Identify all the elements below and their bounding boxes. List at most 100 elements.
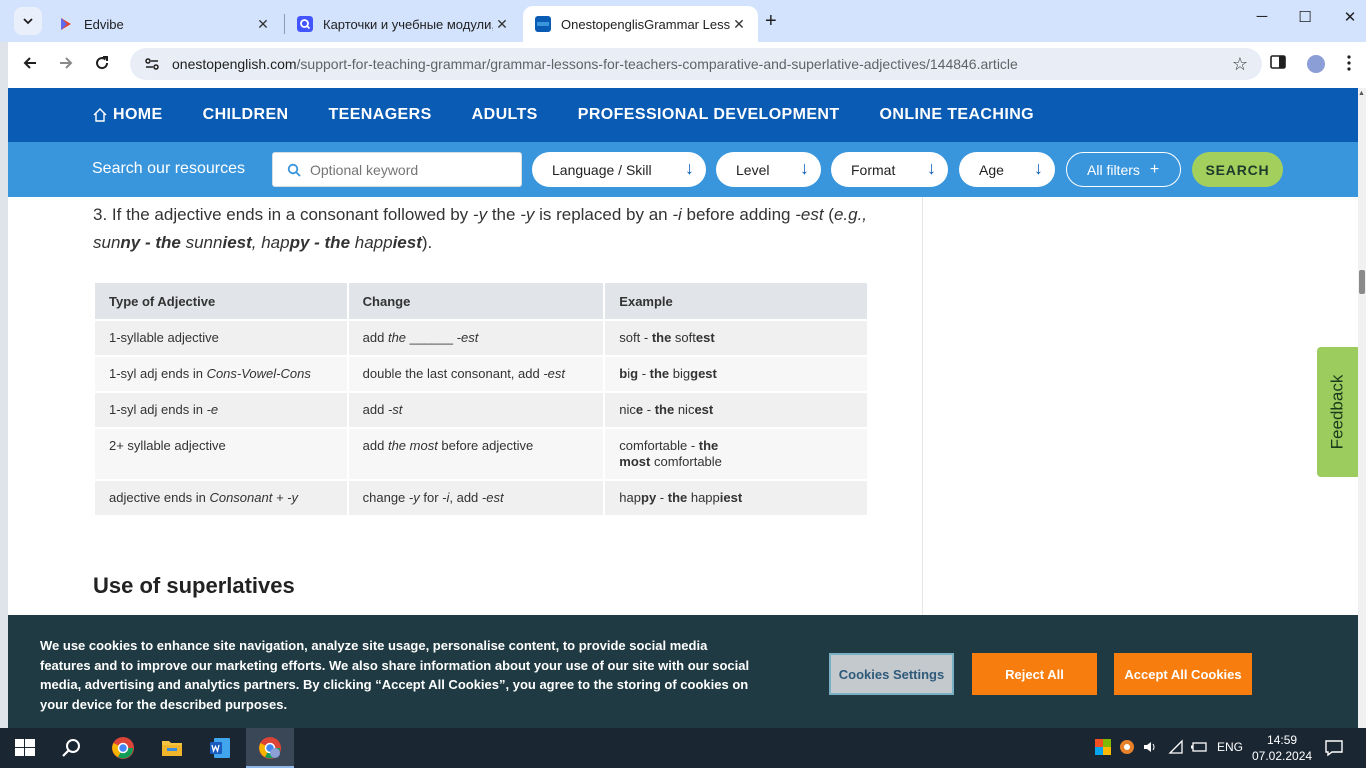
plus-icon: + [1149,160,1160,178]
reject-all-button[interactable]: Reject All [972,653,1097,695]
table-cell: 2+ syllable adjective [95,427,349,479]
file-explorer-icon[interactable] [160,736,184,760]
feedback-tab[interactable]: Feedback [1317,347,1358,477]
chrome-icon[interactable] [111,736,135,760]
profile-avatar-icon[interactable] [1306,54,1326,79]
tab-onestopenglish[interactable]: OnestopenglisGrammar Lesson ✕ [523,6,758,42]
close-icon[interactable]: ✕ [730,16,748,33]
filter-label: Age [979,161,1004,178]
scrollbar-thumb[interactable] [1359,270,1365,294]
word-icon[interactable] [208,736,232,760]
nav-teenagers[interactable]: TEENAGERS [328,106,431,124]
url-host: onestopenglish.com [172,56,297,72]
chrome-taskbar-active[interactable] [246,728,294,768]
tab-quizlet[interactable]: Карточки и учебные модули, с ✕ [285,6,521,42]
table-cell: nice - the nicest [605,391,869,427]
nav-children[interactable]: CHILDREN [203,106,289,124]
nav-adults[interactable]: ADULTS [472,106,538,124]
filter-language-skill[interactable]: Language / Skill ↓ [532,152,706,187]
search-button[interactable]: SEARCH [1192,152,1283,187]
scroll-up-icon[interactable]: ▲ [1358,90,1365,97]
table-header: Example [605,283,869,319]
site-main-nav: HOME CHILDREN TEENAGERS ADULTS PROFESSIO… [8,88,1358,142]
edvibe-favicon-icon [61,18,71,30]
browser-menu-icon[interactable] [1346,54,1352,77]
tab-edvibe[interactable]: Edvibe ✕ [46,6,282,42]
arrow-down-icon: ↓ [927,158,936,178]
forward-arrow-icon[interactable] [48,55,84,76]
table-header: Change [348,283,606,319]
side-panel-icon[interactable] [1270,54,1286,75]
cookie-text: We use cookies to enhance site navigatio… [40,638,750,713]
rule-paragraph: 3. If the adjective ends in a consonant … [93,205,868,252]
keyword-input[interactable] [310,161,510,178]
section-heading: Use of superlatives [93,573,295,598]
article-body: 3. If the adjective ends in a consonant … [93,197,893,598]
input-language[interactable]: ENG [1217,740,1243,754]
volume-icon[interactable] [1142,739,1158,755]
security-tray-icon[interactable] [1118,738,1136,756]
table-cell: big - the biggest [605,355,869,391]
onestopenglish-favicon-icon [535,16,551,32]
cookie-banner: We use cookies to enhance site navigatio… [8,615,1358,728]
accept-all-cookies-button[interactable]: Accept All Cookies [1114,653,1252,695]
table-header: Type of Adjective [95,283,349,319]
tab-title: Edvibe [84,16,124,32]
battery-icon[interactable] [1190,739,1208,755]
table-cell: 1-syl adj ends in Cons-Vowel-Cons [95,355,349,391]
clock-date: 07.02.2024 [1252,749,1313,763]
search-icon[interactable] [60,736,84,760]
nav-professional-development[interactable]: PROFESSIONAL DEVELOPMENT [578,106,840,124]
table-row: 1-syl adj ends in -e add -st nice - the … [95,391,869,427]
filter-age[interactable]: Age ↓ [959,152,1055,187]
back-arrow-icon[interactable] [12,55,48,76]
all-filters-label: All filters [1087,161,1140,178]
adjective-rules-table: Type of Adjective Change Example 1-sylla… [95,283,869,515]
maximize-icon[interactable]: ☐ [1285,8,1325,26]
notifications-icon[interactable] [1324,738,1344,758]
table-cell: double the last consonant, add -est [348,355,606,391]
new-tab-icon[interactable]: + [765,10,777,33]
table-cell: 1-syllable adjective [95,319,349,355]
page-scrollbar[interactable]: ▲ [1358,88,1366,728]
bookmark-star-icon[interactable]: ☆ [1232,54,1248,75]
all-filters-button[interactable]: All filters + [1066,152,1181,187]
app-tray-icon[interactable] [1094,738,1112,756]
table-cell: add -st [348,391,606,427]
window-close-icon[interactable]: ✕ [1330,8,1366,26]
filter-level[interactable]: Level ↓ [716,152,821,187]
table-cell: add the most before adjective [348,427,606,479]
filter-format[interactable]: Format ↓ [831,152,948,187]
table-row: 2+ syllable adjective add the most befor… [95,427,869,479]
table-header-row: Type of Adjective Change Example [95,283,869,319]
windows-start-icon[interactable] [13,736,37,760]
tab-search-button[interactable] [14,7,42,35]
filter-label: Language / Skill [552,161,652,178]
table-cell: add the ______ -est [348,319,606,355]
table-cell: happy - the happiest [605,479,869,515]
network-icon[interactable] [1168,739,1184,755]
filter-label: Level [736,161,770,178]
feedback-label: Feedback [1327,374,1347,450]
site-info-icon[interactable] [138,52,166,76]
keyword-search-box[interactable] [272,152,522,187]
chrome-icon [259,737,281,759]
close-icon[interactable]: ✕ [254,16,272,33]
system-clock[interactable]: 14:59 07.02.2024 [1252,732,1312,764]
close-icon[interactable]: ✕ [493,16,511,33]
tab-title: Карточки и учебные модули, с [323,16,493,32]
address-bar: onestopenglish.com/support-for-teaching-… [8,42,1366,88]
url-path: /support-for-teaching-grammar/grammar-le… [296,56,1018,72]
tab-title: OnestopenglisGrammar Lesson [561,16,730,32]
url-bar[interactable]: onestopenglish.com/support-for-teaching-… [130,48,1262,80]
nav-online-teaching[interactable]: ONLINE TEACHING [880,106,1034,124]
arrow-down-icon: ↓ [800,158,809,178]
minimize-icon[interactable]: ─ [1242,8,1282,25]
reload-icon[interactable] [84,55,120,76]
table-cell: change -y for -i, add -est [348,479,606,515]
nav-home[interactable]: HOME [92,106,163,124]
search-icon [287,163,301,177]
cookies-settings-button[interactable]: Cookies Settings [829,653,954,695]
arrow-down-icon: ↓ [685,158,694,178]
table-cell: comfortable - the most comfortable [605,427,869,479]
